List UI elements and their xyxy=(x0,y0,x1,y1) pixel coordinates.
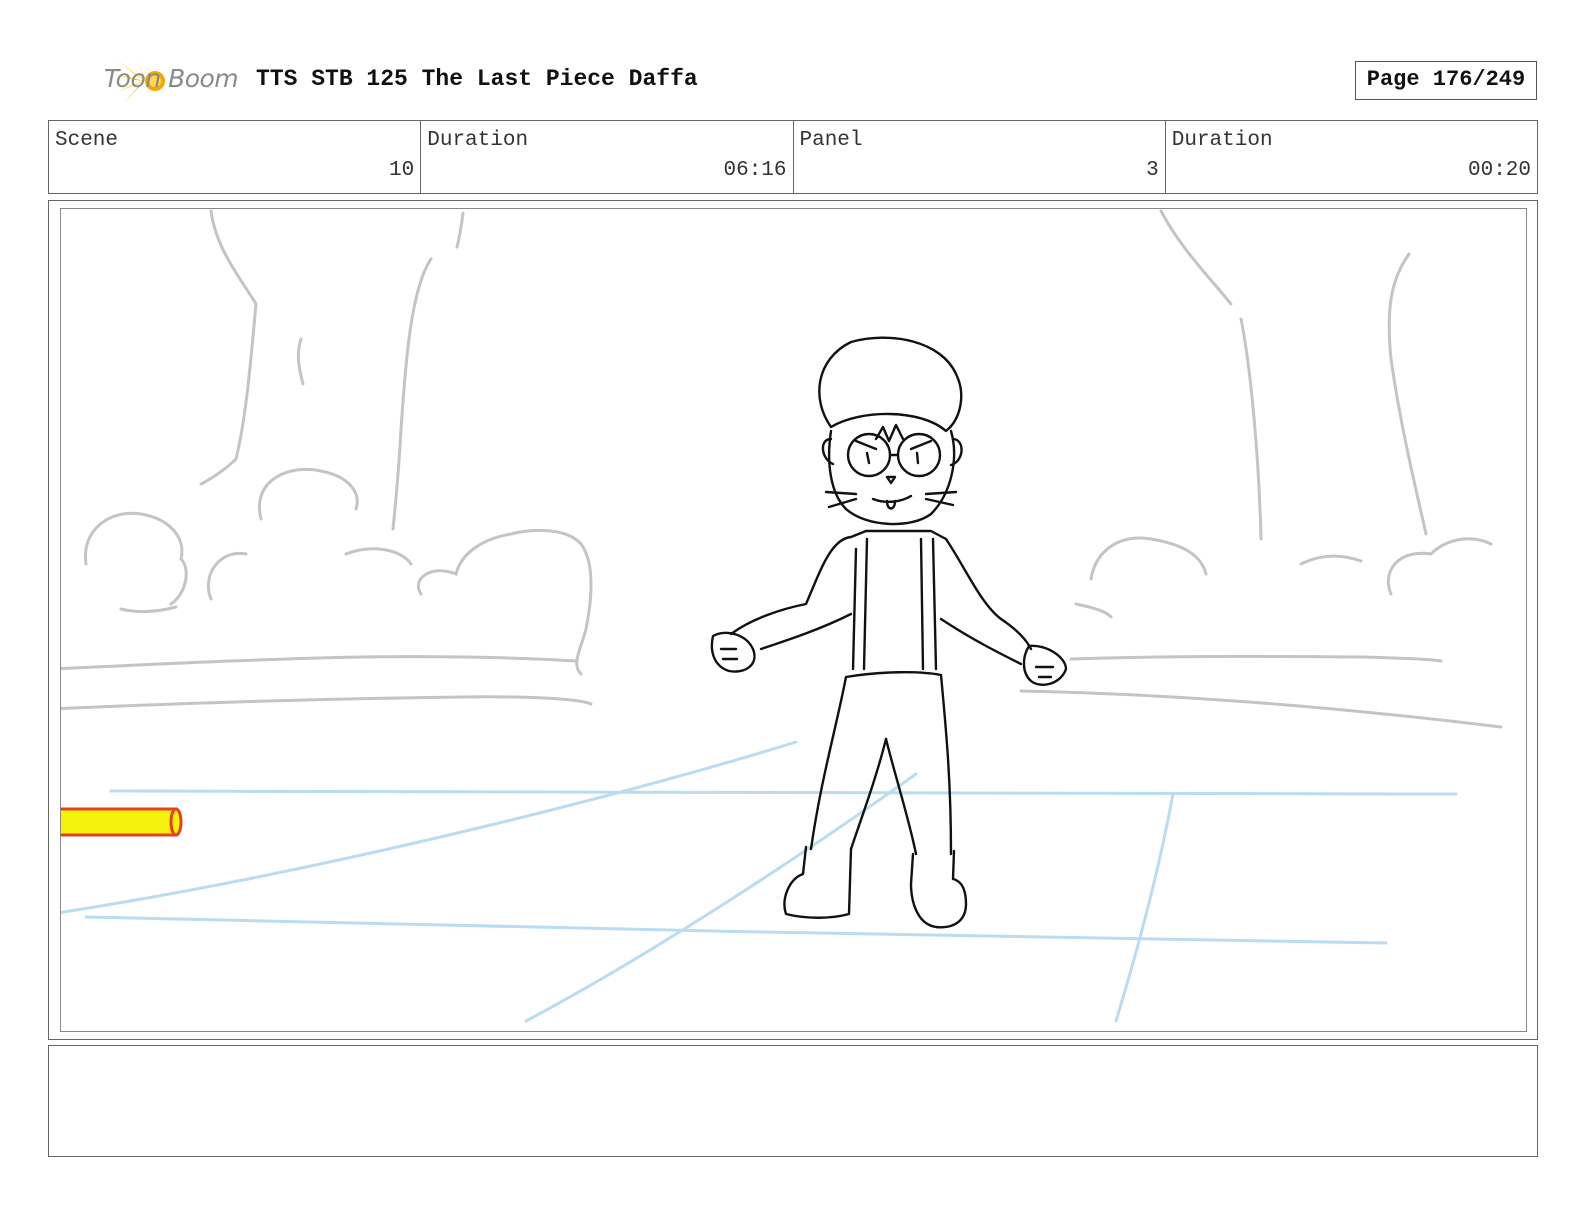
panel-value: 3 xyxy=(1146,159,1159,182)
yellow-tube-prop xyxy=(61,807,183,837)
perspective-guides xyxy=(61,740,1458,1023)
scene-duration-value: 06:16 xyxy=(723,159,787,182)
panel-duration-value: 00:20 xyxy=(1467,159,1531,182)
sketch-drawing xyxy=(61,209,1503,1023)
scene-cell: Scene 10 xyxy=(49,121,422,193)
scene-duration-label: Duration xyxy=(427,129,529,152)
page-indicator: Page 176/249 xyxy=(1355,61,1537,100)
scene-info-row: Scene 10 Duration 06:16 Panel 3 Duration… xyxy=(48,120,1538,194)
panel-label: Panel xyxy=(799,129,863,152)
scene-duration-cell: Duration 06:16 xyxy=(421,121,794,193)
panel-duration-cell: Duration 00:20 xyxy=(1166,121,1537,193)
panel-drawing xyxy=(60,208,1527,1032)
scene-label: Scene xyxy=(55,129,119,152)
panel-duration-label: Duration xyxy=(1171,129,1273,152)
logo-wordmark: Toon Boom xyxy=(104,64,239,93)
character-sketch xyxy=(710,336,1068,929)
scene-value: 10 xyxy=(389,159,415,182)
panel-notes-box xyxy=(48,1045,1538,1157)
background-sketch xyxy=(61,209,1503,729)
panel-cell: Panel 3 xyxy=(794,121,1166,193)
document-title: TTS STB 125 The Last Piece Daffa xyxy=(256,66,698,92)
